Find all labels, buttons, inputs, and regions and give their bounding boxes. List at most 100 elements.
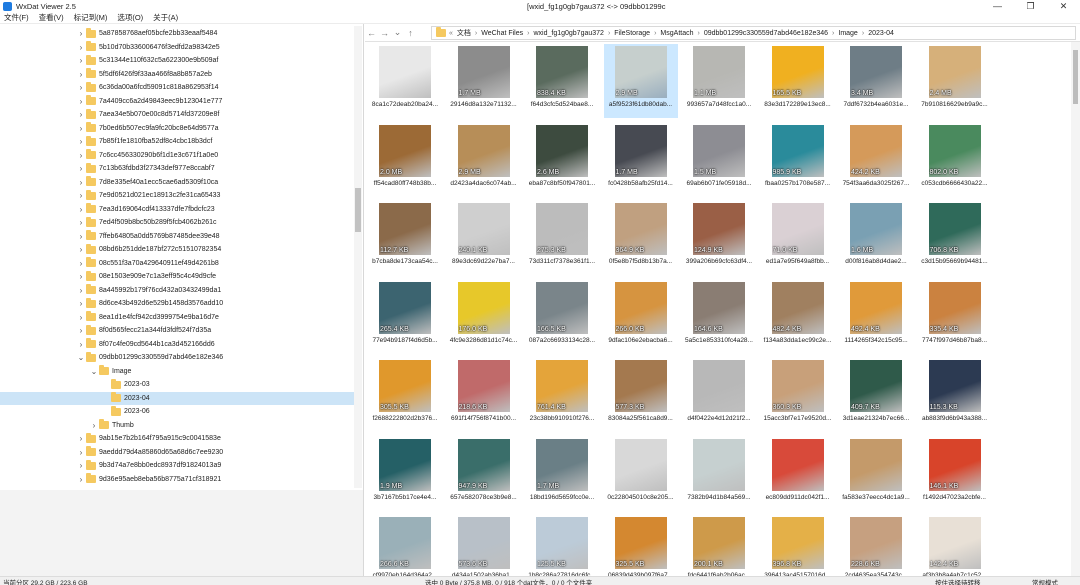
tree-item-folder[interactable]: › 08e1503e909e7c1a3eff95c4c49d9cfe — [0, 270, 354, 283]
tree-item-folder[interactable]: › 7c13b63fdbd3f27343def977e8ccabf7 — [0, 162, 354, 175]
history-button[interactable]: ⌄ — [391, 26, 404, 40]
close-button[interactable]: ✕ — [1047, 0, 1080, 12]
grid-scrollbar[interactable] — [1071, 42, 1080, 576]
image-thumbnail-tile[interactable]: 228.6 KB 2cd4635ea354743c... — [839, 515, 913, 576]
image-thumbnail-tile[interactable]: 240.1 KB 89e3dc69d22e7ba7... — [447, 201, 521, 275]
image-thumbnail-tile[interactable]: ec809dd911dc042f1... — [761, 437, 835, 511]
chevron-right-icon[interactable]: › — [76, 205, 86, 214]
image-thumbnail-tile[interactable]: 3.4 MB 7ddf6732b4ea6031e... — [839, 44, 913, 118]
chevron-right-icon[interactable]: › — [76, 272, 86, 281]
image-thumbnail-tile[interactable]: 985.9 KB fbaa0257b1708e587... — [761, 123, 835, 197]
image-thumbnail-tile[interactable]: 2.4 MB 7b910816629eb9a9c... — [918, 44, 992, 118]
chevron-right-icon[interactable]: › — [76, 299, 86, 308]
image-thumbnail-tile[interactable]: 947.9 KB 657e582078ce3b9e8... — [447, 437, 521, 511]
image-thumbnail-tile[interactable]: 2.0 MB ff54cad80ff748b38b... — [368, 123, 442, 197]
image-thumbnail-tile[interactable]: 124.9 KB 399a206b69cfc63df4... — [682, 201, 756, 275]
image-thumbnail-tile[interactable]: 125.5 KB 1b8c286a27816dc6fc... — [525, 515, 599, 576]
chevron-right-icon[interactable]: › — [76, 137, 86, 146]
breadcrumb-item[interactable]: 09dbb01299c330559d7abd46e182e346 — [704, 30, 828, 37]
image-thumbnail-tile[interactable]: 1.9 MB 3b7167b5b17ce4e4... — [368, 437, 442, 511]
chevron-right-icon[interactable]: › — [76, 461, 86, 470]
breadcrumb-item[interactable]: 文档 — [457, 28, 471, 38]
image-thumbnail-tile[interactable]: 577.3 KB 83084a25f561ca8d9... — [604, 358, 678, 432]
tree-item-folder[interactable]: › 7aea34e5b070e00c8d5714fd37209e8f — [0, 108, 354, 121]
tree-item-folder[interactable]: › 7c6cc456330290b6f1d1e3c671f1a0e0 — [0, 149, 354, 162]
image-thumbnail-tile[interactable]: 360.3 KB 15acc3bf7e17e9520d... — [761, 358, 835, 432]
image-thumbnail-tile[interactable]: 200.1 KB fdc6441f6ab2b06ac... — [682, 515, 756, 576]
chevron-right-icon[interactable]: › — [76, 178, 86, 187]
menu-about[interactable]: 关于(A) — [153, 12, 178, 23]
back-button[interactable]: ← — [365, 26, 378, 40]
minimize-button[interactable]: — — [981, 0, 1014, 12]
image-thumbnail-tile[interactable]: 266.0 KB 9dfac106e2ebacba6... — [604, 280, 678, 354]
tree-scrollbar[interactable] — [354, 26, 362, 488]
chevron-right-icon[interactable]: › — [76, 97, 86, 106]
tree-item-folder[interactable]: › 7a4409cc6a2d49843eec9b123041e777 — [0, 95, 354, 108]
image-thumbnail-tile[interactable]: 482.4 KB f134a83dda1ec99c2e... — [761, 280, 835, 354]
image-thumbnail-tile[interactable]: 706.8 KB c3d15b95669b94481... — [918, 201, 992, 275]
chevron-right-icon[interactable]: › — [76, 191, 86, 200]
image-thumbnail-tile[interactable]: 1.1 MB 993657a7d48fcc1a0... — [682, 44, 756, 118]
tree-item-folder[interactable]: › 8f0d565fecc21a344fd3fdf524f7d35a — [0, 324, 354, 337]
image-thumbnail-tile[interactable]: 424.2 KB 754f3aa6da3025f267... — [839, 123, 913, 197]
image-thumbnail-tile[interactable]: 112.7 KB b7cba8de173caa54c... — [368, 201, 442, 275]
image-thumbnail-tile[interactable]: 492.4 KB 1114265f342c15c95... — [839, 280, 913, 354]
tree-item-folder[interactable]: › 5c31344e110f632c5a622300e9b509af — [0, 54, 354, 67]
menu-options[interactable]: 选项(O) — [117, 12, 143, 23]
tree-item-folder[interactable]: › 9d36e95aeb8eba56b8775a71cf318921 — [0, 473, 354, 486]
chevron-right-icon[interactable]: › — [76, 124, 86, 133]
chevron-right-icon[interactable]: › — [76, 218, 86, 227]
image-thumbnail-tile[interactable]: 305.5 KB f2688222802d2b376... — [368, 358, 442, 432]
chevron-down-icon[interactable]: ⌄ — [89, 367, 99, 376]
image-thumbnail-tile[interactable]: 838.4 KB f64d3cfc5d524bae8... — [525, 44, 599, 118]
chevron-right-icon[interactable]: › — [76, 326, 86, 335]
chevron-right-icon[interactable]: › — [76, 56, 86, 65]
tree-item-month[interactable]: 2023-06 — [0, 405, 354, 418]
image-thumbnail-tile[interactable]: d4f0422e4d12d21f2... — [682, 358, 756, 432]
tree-item-thumb[interactable]: › Thumb — [0, 419, 354, 432]
tree-item-folder[interactable]: › 8d6ce43b492d6e529b1458d3576add10 — [0, 297, 354, 310]
breadcrumb-item[interactable]: wxid_fg1g0gb7gau372 — [533, 30, 603, 37]
breadcrumb-item[interactable]: FileStorage — [614, 30, 650, 37]
image-thumbnail-tile[interactable]: 364.9 KB 0f5e8b7f5d8b13b7a... — [604, 201, 678, 275]
tree-item-folder[interactable]: › 08c551f3a70a429640911ef49d4261b8 — [0, 257, 354, 270]
chevron-right-icon[interactable]: › — [76, 164, 86, 173]
tree-item-image[interactable]: ⌄ Image — [0, 365, 354, 378]
image-thumbnail-tile[interactable]: 1.7 MB fc0428b58afb25fd14... — [604, 123, 678, 197]
image-thumbnail-tile[interactable]: 2.6 MB eba87c8bf50f947801... — [525, 123, 599, 197]
breadcrumb-separator-icon[interactable]: › — [654, 30, 656, 37]
image-thumbnail-tile[interactable]: 71.0 KB ed1a7e95f649a8fbb... — [761, 201, 835, 275]
image-thumbnail-tile[interactable]: 218.6 KB 691f14f756f8741b00... — [447, 358, 521, 432]
chevron-right-icon[interactable]: › — [76, 259, 86, 268]
tree-item-folder[interactable]: › 6c36da00a6fcd59091c818a862953f14 — [0, 81, 354, 94]
image-thumbnail-tile[interactable]: 761.4 KB 23c38bb910910f276... — [525, 358, 599, 432]
image-thumbnail-tile[interactable]: fa583e37eecc4dc1a9... — [839, 437, 913, 511]
image-thumbnail-tile[interactable]: 802.0 KB c053cdb6666430a22... — [918, 123, 992, 197]
tree-item-folder[interactable]: › 5b10d70b336006476f3edfd2a98342e5 — [0, 41, 354, 54]
address-bar[interactable]: « 文档 › WeChat Files › wxid_fg1g0gb7gau372 › Fi… — [431, 26, 1076, 40]
breadcrumb-item[interactable]: WeChat Files — [481, 30, 523, 37]
chevron-right-icon[interactable]: › — [76, 29, 86, 38]
image-thumbnail-tile[interactable]: 275.3 KB 73d311cf7378e361f1... — [525, 201, 599, 275]
maximize-button[interactable]: ❐ — [1014, 0, 1047, 12]
image-thumbnail-tile[interactable]: 325.5 KB 06839d439b097f6a7... — [604, 515, 678, 576]
image-thumbnail-tile[interactable]: 266.6 KB cf9970eb164d364a2... — [368, 515, 442, 576]
chevron-right-icon[interactable]: › — [89, 421, 99, 430]
tree-item-month[interactable]: 2023-04 — [0, 391, 354, 405]
tree-item-folder[interactable]: › 7b0ed6b507ec9fa9fc20bc8e64d9577a — [0, 122, 354, 135]
tree-item-folder[interactable]: › 9ab15e7b2b164f795a915c9c0041583e — [0, 432, 354, 445]
breadcrumb-separator-icon[interactable]: › — [475, 30, 477, 37]
image-thumbnail-tile[interactable]: 573.6 KB d434a1502ab36ba1... — [447, 515, 521, 576]
grid-scrollbar-thumb[interactable] — [1073, 50, 1078, 104]
image-thumbnail-tile[interactable]: 1.6 MB d00f816ab8d4dae2... — [839, 201, 913, 275]
chevron-right-icon[interactable]: › — [76, 110, 86, 119]
image-thumbnail-tile[interactable]: 7382b94d1b84a569... — [682, 437, 756, 511]
tree-item-folder[interactable]: › 08bd6b251dde187bf272c51510782354 — [0, 243, 354, 256]
image-thumbnail-tile[interactable]: 176.0 KB 4fc9e3286d81d1c74c... — [447, 280, 521, 354]
menu-view[interactable]: 查看(V) — [39, 12, 64, 23]
image-thumbnail-tile[interactable]: 164.6 KB 5a5c1e853310fc4a28... — [682, 280, 756, 354]
image-thumbnail-tile[interactable]: 396.8 KB 396413ac45157016d... — [761, 515, 835, 576]
tree-item-folder[interactable]: › 7e9d0521d021ec18913c2fe31ca65433 — [0, 189, 354, 202]
up-button[interactable]: ↑ — [404, 26, 417, 40]
chevron-right-icon[interactable]: › — [76, 286, 86, 295]
